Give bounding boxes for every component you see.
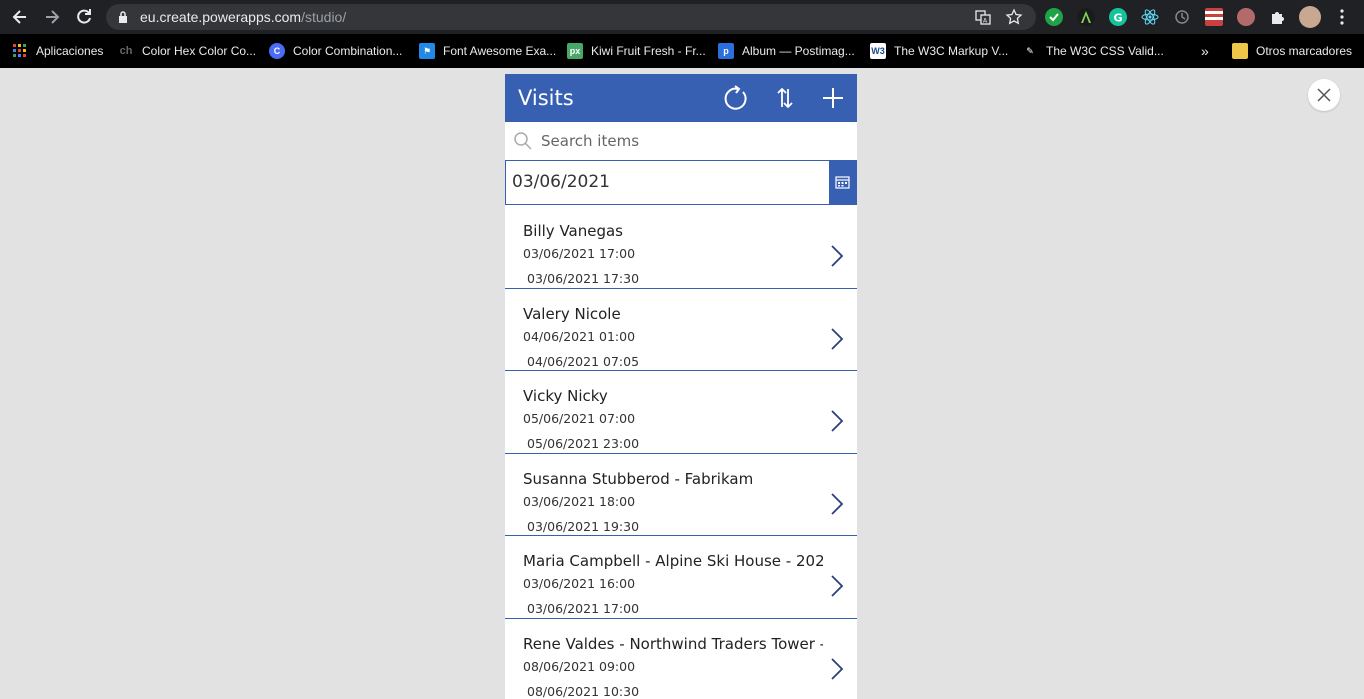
calendar-icon xyxy=(835,176,850,189)
w3c-icon: W3 xyxy=(870,43,886,59)
react-devtools-icon[interactable] xyxy=(1141,8,1159,26)
apps-grid-icon xyxy=(13,44,26,57)
bookmark-star-icon[interactable] xyxy=(1005,8,1023,26)
list-item[interactable]: Valery Nicole 04/06/2021 01:00 04/06/202… xyxy=(505,288,857,371)
chevron-right-icon[interactable] xyxy=(829,492,845,516)
calendar-button[interactable] xyxy=(829,161,856,204)
chevron-right-icon[interactable] xyxy=(829,574,845,598)
date-picker[interactable]: 03/06/2021 xyxy=(505,160,857,205)
bookmark-colorhex[interactable]: ch Color Hex Color Co... xyxy=(118,42,256,60)
bookmark-label: The W3C Markup V... xyxy=(894,44,1009,58)
item-start-time: 03/06/2021 17:00 xyxy=(523,246,636,261)
date-value: 03/06/2021 xyxy=(512,172,610,192)
item-title: Vicky Nicky xyxy=(523,387,608,405)
visits-list: Billy Vanegas 03/06/2021 17:00 03/06/202… xyxy=(505,206,857,699)
color-combination-icon: C xyxy=(269,43,285,59)
bookmark-label: Color Combination... xyxy=(293,44,403,58)
bookmark-label: Font Awesome Exa... xyxy=(443,44,557,58)
flag-extension-icon[interactable] xyxy=(1205,8,1223,26)
translate-icon[interactable]: A xyxy=(974,8,992,26)
bookmark-label: Color Hex Color Co... xyxy=(142,44,257,58)
item-end-time: 03/06/2021 17:30 xyxy=(527,271,640,286)
forward-arrow-icon[interactable] xyxy=(42,7,62,27)
search-icon xyxy=(514,132,532,150)
search-bar xyxy=(505,122,857,160)
item-end-time: 03/06/2021 19:30 xyxy=(527,518,640,534)
item-start-time: 03/06/2021 18:00 xyxy=(523,493,636,509)
css-validator-icon: ✎ xyxy=(1026,45,1034,56)
profile-avatar-icon[interactable] xyxy=(1299,6,1321,28)
app-screen: Visits 03/06/2021 Billy Vanegas 03/06/20… xyxy=(505,74,857,699)
item-title: Billy Vanegas xyxy=(523,222,623,240)
postimages-icon: p xyxy=(718,43,734,59)
font-awesome-flag-icon: ⚑ xyxy=(419,43,435,59)
colorhex-icon: ch xyxy=(119,45,133,57)
bookmark-label: The W3C CSS Valid... xyxy=(1046,44,1164,58)
item-title: Rene Valdes - Northwind Traders Tower - xyxy=(523,634,823,653)
svg-text:G: G xyxy=(1114,12,1123,25)
url-path: /studio/ xyxy=(301,9,347,25)
item-start-time: 08/06/2021 09:00 xyxy=(523,658,636,674)
page-title: Visits xyxy=(518,86,574,110)
list-item[interactable]: Maria Campbell - Alpine Ski House - 2021… xyxy=(505,536,857,619)
bookmark-color-combination[interactable]: C Color Combination... xyxy=(269,42,402,60)
check-extension-icon[interactable] xyxy=(1045,8,1063,26)
puzzle-extensions-icon[interactable] xyxy=(1269,8,1287,26)
bookmark-font-awesome[interactable]: ⚑ Font Awesome Exa... xyxy=(419,42,556,60)
pixabay-icon: px xyxy=(567,43,583,59)
browser-toolbar: eu.create.powerapps.com/studio/ A G xyxy=(0,0,1364,34)
sort-icon[interactable] xyxy=(771,84,799,112)
kebab-menu-icon[interactable] xyxy=(1333,8,1351,26)
item-start-time: 03/06/2021 16:00 xyxy=(523,576,636,591)
chevron-right-icon[interactable] xyxy=(829,409,845,433)
folder-icon xyxy=(1232,43,1248,59)
search-input[interactable] xyxy=(541,128,841,154)
bookmarks-bar: Aplicaciones ch Color Hex Color Co... C … xyxy=(0,34,1364,68)
bookmark-apps[interactable]: Aplicaciones xyxy=(12,42,103,60)
app-header: Visits xyxy=(505,74,857,122)
item-end-time: 05/06/2021 23:00 xyxy=(527,436,640,451)
bookmark-label: Otros marcadores xyxy=(1256,44,1353,58)
refresh-icon[interactable] xyxy=(722,84,750,112)
history-extension-icon[interactable] xyxy=(1173,8,1191,26)
bookmark-label: Aplicaciones xyxy=(36,44,104,58)
item-start-time: 05/06/2021 07:00 xyxy=(523,411,636,426)
address-bar[interactable]: eu.create.powerapps.com/studio/ A xyxy=(106,4,1036,30)
chevron-right-icon[interactable] xyxy=(829,244,845,268)
list-item[interactable]: Susanna Stubberod - Fabrikam 03/06/2021 … xyxy=(505,453,857,536)
item-title: Maria Campbell - Alpine Ski House - 2021… xyxy=(523,552,823,570)
url-host: eu.create.powerapps.com xyxy=(140,9,302,25)
close-preview-button[interactable] xyxy=(1308,79,1340,111)
item-end-time: 03/06/2021 17:00 xyxy=(527,601,640,616)
reload-icon[interactable] xyxy=(74,7,94,27)
grammarly-icon[interactable]: G xyxy=(1109,8,1127,26)
extension-a-icon[interactable] xyxy=(1077,8,1095,26)
back-arrow-icon[interactable] xyxy=(10,7,30,27)
close-icon xyxy=(1317,88,1331,102)
bookmark-kiwi[interactable]: px Kiwi Fruit Fresh - Fr... xyxy=(567,42,706,60)
url-text: eu.create.powerapps.com/studio/ xyxy=(140,9,346,25)
bookmark-w3c-markup[interactable]: W3 The W3C Markup V... xyxy=(870,42,1008,60)
chevron-right-icon[interactable] xyxy=(829,327,845,351)
item-end-time: 04/06/2021 07:05 xyxy=(527,353,640,369)
item-end-time: 08/06/2021 10:30 xyxy=(527,683,640,699)
item-title: Susanna Stubberod - Fabrikam xyxy=(523,469,754,488)
bookmark-label: Album — Postimag... xyxy=(742,44,855,58)
list-item[interactable]: Vicky Nicky 05/06/2021 07:00 05/06/2021 … xyxy=(505,371,857,454)
add-icon[interactable] xyxy=(819,84,847,112)
item-start-time: 04/06/2021 01:00 xyxy=(523,328,636,344)
bookmark-label: Kiwi Fruit Fresh - Fr... xyxy=(591,44,706,58)
bookmark-postimages[interactable]: p Album — Postimag... xyxy=(718,42,855,60)
cookie-extension-icon[interactable] xyxy=(1237,8,1255,26)
lock-icon xyxy=(119,11,127,23)
list-item[interactable]: Billy Vanegas 03/06/2021 17:00 03/06/202… xyxy=(505,206,857,289)
chevron-right-icon[interactable] xyxy=(829,657,845,681)
item-title: Valery Nicole xyxy=(523,304,621,323)
more-bookmarks-button[interactable]: » xyxy=(1201,42,1209,60)
bookmark-w3c-css[interactable]: ✎ The W3C CSS Valid... xyxy=(1022,42,1164,60)
other-bookmarks-folder[interactable]: Otros marcadores xyxy=(1232,42,1352,60)
list-item[interactable]: Rene Valdes - Northwind Traders Tower - … xyxy=(505,618,857,699)
